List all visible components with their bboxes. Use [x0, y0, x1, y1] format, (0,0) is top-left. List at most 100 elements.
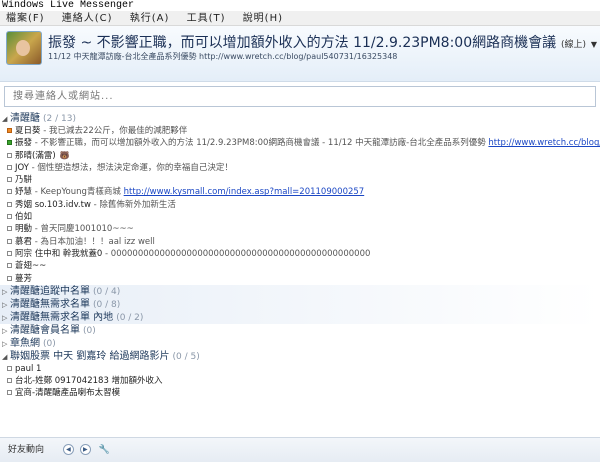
- group-count: (2 / 13): [43, 114, 76, 124]
- contact-name: 蒼翅~~: [15, 261, 47, 272]
- presence-offline-icon: [7, 201, 12, 207]
- contact-message: - 不影響正職，而可以增加額外收入的方法 11/2.9.23PM8:00網路商機…: [32, 138, 489, 149]
- presence-offline-icon: [7, 226, 12, 232]
- contact-row[interactable]: 夏日葵 - 我已減去22公斤，你最佳的減肥夥伴: [0, 125, 600, 137]
- presence-offline-icon: [7, 214, 12, 220]
- group-name: 清醒醣無需求名單: [10, 298, 90, 310]
- status-line[interactable]: 振發 ~ 不影響正職，而可以增加額外收入的方法 11/2.9.23PM8:00網…: [48, 32, 598, 52]
- presence-offline-icon: [7, 189, 12, 195]
- contact-row[interactable]: 蒼翅~~: [0, 260, 600, 272]
- collapse-icon[interactable]: ◢: [2, 351, 10, 364]
- wrench-icon[interactable]: 🔧: [99, 445, 110, 455]
- group-count: (0): [83, 325, 96, 336]
- contact-link[interactable]: http://www.kysmall.com/index.asp?mall=20…: [124, 187, 365, 197]
- menu-help[interactable]: 說明(H): [243, 11, 283, 26]
- contact-row[interactable]: 明動 - 曾天同慶1001010~~~: [0, 223, 600, 235]
- chevron-down-icon[interactable]: ▼: [591, 40, 597, 49]
- menu-tools[interactable]: 工具(T): [187, 11, 226, 26]
- status-badge: (線上): [560, 40, 587, 50]
- presence-offline-icon: [7, 238, 12, 244]
- bottom-bar: 好友動向 ◀ ▶ 🔧: [0, 437, 600, 462]
- contact-row[interactable]: 蔓芳: [0, 273, 600, 285]
- collapse-icon[interactable]: ◢: [2, 113, 10, 126]
- presence-offline-icon: [7, 275, 12, 281]
- contact-name: 振發: [15, 138, 33, 149]
- presence-online-icon: [7, 140, 12, 146]
- contact-name: 阿宗 住中和 幹我就蓋0: [15, 248, 103, 259]
- contact-group[interactable]: ▷ 清醒醣追蹤中名單 (0 / 4): [0, 284, 600, 298]
- contact-row[interactable]: 那晴(滿雷) 🐻: [0, 150, 600, 162]
- presence-away-icon: [7, 128, 12, 133]
- contact-group[interactable]: ◢ 聯姻股票 中天 劉嘉玲 給過網路影片 (0 / 5): [0, 350, 600, 363]
- contact-row[interactable]: 秀姻 so.103.idv.tw - 除舊佈新外加新生活: [0, 199, 600, 211]
- contact-row[interactable]: 阿宗 住中和 幹我就蓋0 - 0000000000000000000000000…: [0, 248, 600, 260]
- contact-name: 慕君: [15, 236, 33, 247]
- window-title: Windows Live Messenger: [0, 0, 600, 11]
- contact-message: - KeepYoung青樣商城: [32, 187, 124, 198]
- next-icon[interactable]: ▶: [79, 444, 91, 455]
- contact-name: 蔓芳: [15, 273, 33, 284]
- contact-row[interactable]: 宜商-清醒醣產品喇布太習模: [0, 387, 600, 399]
- personal-message[interactable]: 11/12 中天龍潭訪廠-台北全產品系列優勢 http://www.wretch…: [48, 51, 598, 62]
- group-name: 清醒醣追蹤中名單: [10, 285, 90, 297]
- contact-message: - 為日本加油！！！aal izz well: [32, 236, 155, 247]
- group-count: (0): [43, 338, 56, 349]
- avatar[interactable]: [6, 31, 42, 65]
- group-name: 章魚網: [10, 337, 40, 349]
- contact-link[interactable]: http://www.wretch.cc/blog/: [488, 138, 600, 148]
- contact-message: - 00000000000000000000000000000000000000…: [102, 248, 371, 259]
- contact-row[interactable]: 慕君 - 為日本加油！！！aal izz well: [0, 236, 600, 248]
- contact-row[interactable]: 乃駢: [0, 174, 600, 186]
- contact-name: JOY: [15, 162, 29, 173]
- group-count: (0 / 2): [116, 312, 144, 323]
- group-count: (0 / 4): [93, 286, 121, 297]
- prev-icon[interactable]: ◀: [62, 444, 74, 455]
- contact-row[interactable]: 台北-姓鄭 0917042183 增加額外收入: [0, 375, 600, 387]
- menu-file[interactable]: 檔案(F): [6, 11, 45, 26]
- contact-group[interactable]: ▷ 清醒醣無需求名單 內地 (0 / 2): [0, 310, 600, 324]
- contact-name: 夏日葵: [15, 126, 41, 136]
- contact-row[interactable]: JOY - 個性塑造想法，想法決定命運，你的幸福自己決定！: [0, 162, 600, 174]
- group-name: 聯姻股票 中天 劉嘉玲 給過網路影片: [10, 350, 170, 362]
- group-name: 清醒醣無需求名單 內地: [10, 311, 114, 323]
- contact-name: 宜商-清醒醣產品喇布太習模: [15, 388, 121, 399]
- contact-name: 明動: [15, 224, 33, 235]
- presence-offline-icon: [7, 152, 12, 158]
- presence-offline-icon: [7, 263, 12, 269]
- search-input[interactable]: 搜尋連絡人或網站...: [4, 86, 596, 107]
- contact-message: - 個性塑造想法，想法決定命運，你的幸福自己決定！: [28, 162, 233, 173]
- group-name: 清醒醣會員名單: [10, 324, 80, 336]
- contact-group[interactable]: ▷ 清醒醣會員名單 (0): [0, 324, 600, 337]
- contact-name: 伯如: [15, 212, 33, 223]
- menu-contacts[interactable]: 連絡人(C): [62, 11, 113, 26]
- contact-name: 乃駢: [15, 175, 33, 186]
- contact-name: 妤慧: [15, 187, 33, 198]
- contact-group[interactable]: ◢ 清醒醣 (2 / 13): [0, 112, 600, 125]
- contact-name: 那晴(滿雷): [15, 150, 56, 161]
- profile-header: 振發 ~ 不影響正職，而可以增加額外收入的方法 11/2.9.23PM8:00網…: [0, 26, 600, 82]
- bear-emoticon-icon: 🐻: [59, 150, 70, 160]
- contact-message: - 曾天同慶1001010~~~: [32, 224, 134, 235]
- contact-row[interactable]: paul 1: [0, 363, 600, 375]
- group-name: 清醒醣: [10, 113, 40, 124]
- presence-offline-icon: [7, 390, 12, 396]
- presence-offline-icon: [7, 250, 12, 256]
- group-count: (0 / 5): [172, 351, 200, 362]
- group-count: (0 / 8): [93, 299, 121, 310]
- contact-group[interactable]: ▷ 章魚網 (0): [0, 337, 600, 350]
- contact-group[interactable]: ▷ 清醒醣無需求名單 (0 / 8): [0, 297, 600, 311]
- display-name: 振發 ~ 不影響正職，而可以增加額外收入的方法 11/2.9.23PM8:00網…: [48, 35, 557, 51]
- contact-name: 秀姻 so.103.idv.tw: [15, 199, 91, 210]
- presence-offline-icon: [7, 378, 12, 384]
- contact-row[interactable]: 妤慧 - KeepYoung青樣商城 http://www.kysmall.co…: [0, 186, 600, 198]
- contact-list: ◢ 清醒醣 (2 / 13) 夏日葵 - 我已減去22公斤，你最佳的減肥夥伴 振發 - …: [0, 112, 600, 400]
- whats-new-label[interactable]: 好友動向: [8, 445, 44, 455]
- contact-name: 台北-姓鄭 0917042183 增加額外收入: [15, 376, 163, 387]
- presence-offline-icon: [7, 365, 12, 371]
- contact-message: - 除舊佈新外加新生活: [90, 199, 176, 210]
- contact-row[interactable]: 伯如: [0, 211, 600, 223]
- contact-row[interactable]: 振發 - 不影響正職，而可以增加額外收入的方法 11/2.9.23PM8:00網…: [0, 137, 600, 149]
- menu-actions[interactable]: 執行(A): [130, 11, 170, 26]
- contact-message: - 我已減去22公斤，你最佳的減肥夥伴: [40, 126, 188, 136]
- presence-offline-icon: [7, 164, 12, 170]
